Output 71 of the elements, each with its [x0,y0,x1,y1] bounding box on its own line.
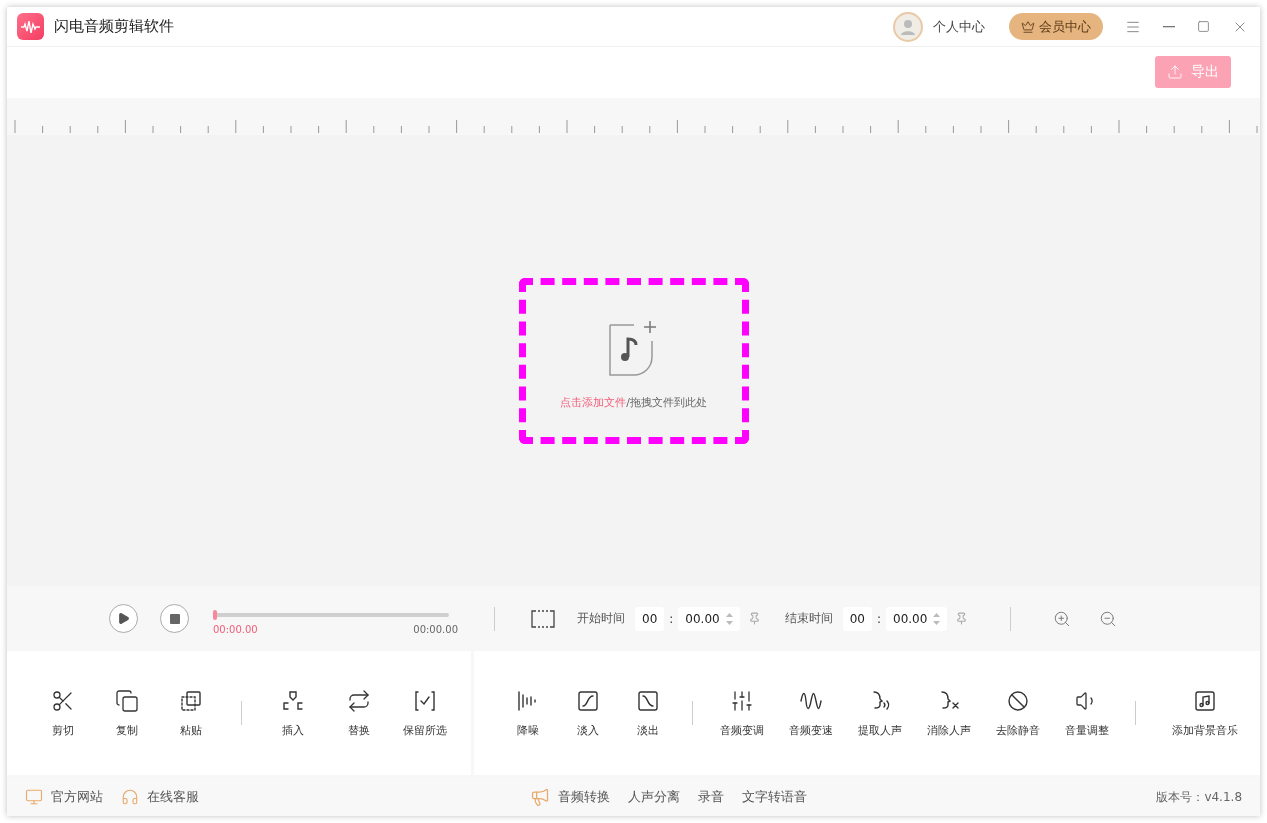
avatar-icon[interactable] [893,11,923,42]
vip-center-button[interactable]: 会员中心 [1009,13,1103,40]
total-time: 00:00.00 [413,623,458,635]
footer-link[interactable]: 文字转语音 [742,788,808,806]
zoom-in-icon[interactable] [1053,609,1072,628]
zoom-out-icon[interactable] [1099,609,1118,628]
paste-icon [179,688,203,713]
maximize-button[interactable] [1197,20,1210,33]
select-range-icon [531,608,555,629]
insert-icon [281,688,305,713]
seconds-field[interactable]: 00.00 [678,606,740,631]
stop-icon [169,613,180,624]
current-time: 00:00.00 [213,623,258,635]
check-bracket-icon [413,688,437,713]
drop-zone-hint: 点击添加文件/拖拽文件到此处 [560,395,707,410]
progress-track[interactable] [213,612,449,617]
footer-link-text[interactable]: 在线客服 [147,788,199,806]
minutes-field[interactable]: 00 [635,606,665,631]
music-note-icon [1193,688,1217,713]
no-symbol-icon [1005,688,1030,713]
footer-link[interactable]: 录音 [698,788,725,806]
tool-button[interactable]: 保留所选 [392,688,458,738]
version-label: 版本号：v4.1.8 [1156,788,1242,806]
time-label: 结束时间 [784,610,833,627]
colon-separator: : [669,611,674,626]
minimize-button[interactable] [1163,25,1175,28]
window-title: 闪电音频剪辑软件 [54,17,175,36]
monitor-icon [25,788,43,806]
tool-button[interactable]: 添加背景音乐 [1150,688,1260,738]
tool-button[interactable]: 提取人声 [845,688,914,738]
tool-button[interactable]: 剪切 [31,688,95,738]
maximize-icon [1197,20,1210,33]
stop-button[interactable] [160,604,189,633]
upload-icon [1167,64,1183,80]
user-center-link[interactable]: 个人中心 [933,17,985,36]
tool-button[interactable]: 消除人声 [914,688,983,738]
tool-button[interactable]: 音频变速 [776,688,845,738]
colon-separator: : [876,611,881,626]
tool-button[interactable]: 降噪 [498,688,558,738]
tool-button[interactable]: 插入 [260,688,326,738]
tool-button[interactable]: 音量调整 [1052,688,1121,738]
fade-in-icon [576,688,600,713]
minutes-field[interactable]: 00 [842,606,872,631]
tool-button[interactable]: 淡出 [618,688,678,738]
play-icon [117,612,130,625]
pin-icon[interactable] [747,612,761,625]
pin-icon[interactable] [955,612,969,625]
tool-button[interactable]: 音频变调 [707,688,776,738]
seconds-field[interactable]: 00.00 [886,606,948,631]
footer-link-text[interactable]: 音频转换 [558,788,611,806]
time-label: 开始时间 [577,610,625,627]
fade-out-icon [636,688,660,713]
play-button[interactable] [109,604,138,633]
file-drop-zone[interactable]: 点击添加文件/拖拽文件到此处 [518,277,749,444]
footer-link[interactable]: 人声分离 [628,788,681,806]
footer-link-text[interactable]: 官方网站 [51,788,103,806]
crown-icon [1021,19,1035,34]
tool-button[interactable]: 复制 [95,688,159,738]
tool-button[interactable]: 粘贴 [159,688,223,738]
minimize-icon [1163,25,1175,28]
tool-button[interactable]: 去除静音 [983,688,1052,738]
tool-button[interactable]: 替换 [326,688,392,738]
spinner-arrows-icon[interactable] [933,610,941,627]
repeat-icon [347,688,371,713]
headset-icon [121,788,139,806]
megaphone-icon [530,787,551,807]
copy-icon [115,688,139,713]
app-logo-icon [17,13,44,40]
progress-fill[interactable] [213,609,217,620]
tool-button[interactable]: 淡入 [558,688,618,738]
spinner-arrows-icon[interactable] [725,610,733,627]
